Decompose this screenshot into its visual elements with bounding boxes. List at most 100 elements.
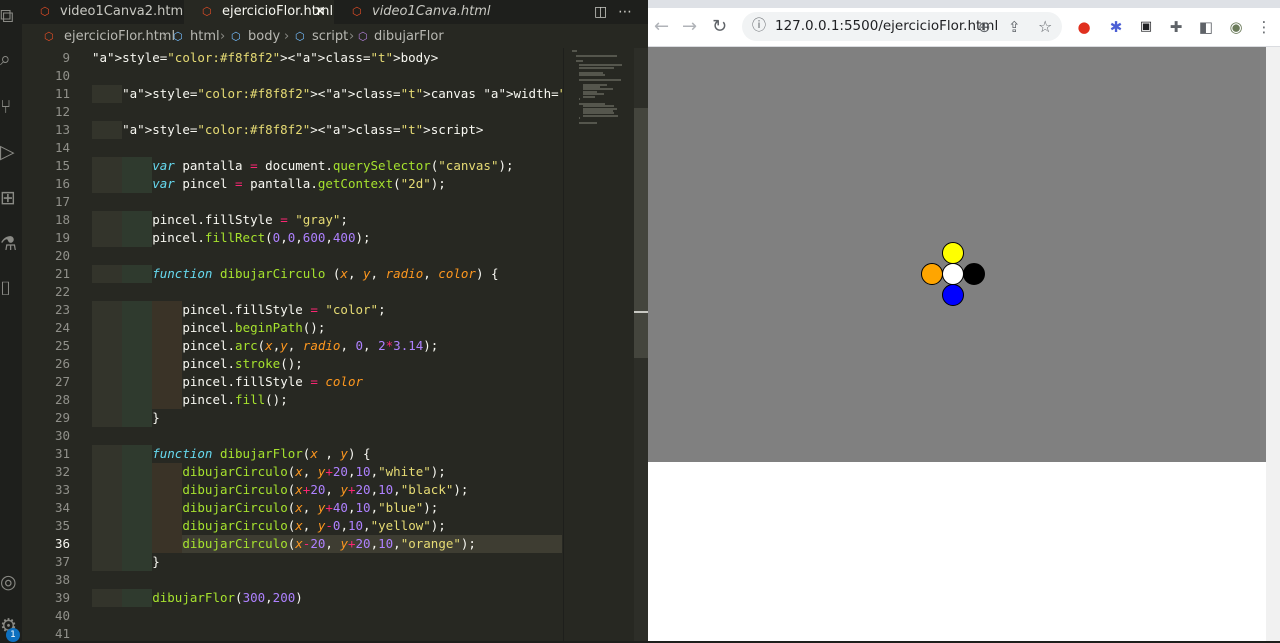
code-line[interactable]: pincel.fillRect(0,0,600,400); <box>92 229 562 247</box>
gray-canvas <box>648 47 1266 462</box>
code-line[interactable] <box>92 571 562 589</box>
breadcrumb-dibujarflor[interactable]: dibujarFlor <box>374 26 444 48</box>
indent-guide <box>92 463 122 481</box>
extension-square-icon[interactable]: ▣ <box>1136 17 1156 37</box>
extensions-icon[interactable]: ⊞ <box>0 186 20 210</box>
code-line[interactable]: dibujarCirculo(x, y-0,10,"yellow"); <box>92 517 562 535</box>
code-text: dibujarCirculo(x-20, y+20,10,"orange"); <box>182 536 476 551</box>
search-icon[interactable]: ⌕ <box>0 47 20 71</box>
yellow-circle <box>942 242 964 264</box>
line-number: 37 <box>54 554 70 569</box>
code-line[interactable]: pincel.fillStyle = "color"; <box>92 301 562 319</box>
side-panel-icon[interactable]: ◧ <box>1196 17 1216 37</box>
breadcrumb-body[interactable]: body <box>248 26 280 48</box>
forward-arrow-icon[interactable]: → <box>682 8 697 46</box>
explorer-icon[interactable]: ⧉ <box>0 4 20 28</box>
account-icon[interactable]: ◎ <box>0 570 20 594</box>
line-number: 10 <box>54 68 70 83</box>
code-line[interactable]: "a">style="color:#f8f8f2"><"a">class="t"… <box>92 49 562 67</box>
gear-extension-icon[interactable]: ✱ <box>1106 17 1126 37</box>
bookmark-icon[interactable]: ⌷ <box>0 277 20 301</box>
code-text: pincel.beginPath(); <box>182 320 326 335</box>
zoom-icon[interactable]: ⊕ <box>978 8 991 46</box>
code-line[interactable] <box>92 283 562 301</box>
back-arrow-icon[interactable]: ← <box>654 8 669 46</box>
code-line[interactable]: } <box>92 409 562 427</box>
indent-guide <box>122 517 152 535</box>
minimap-line <box>579 117 581 120</box>
code-line[interactable]: dibujarCirculo(x-20, y+20,10,"orange"); <box>92 535 562 553</box>
code-line[interactable]: function dibujarCirculo (x, y, radio, co… <box>92 265 562 283</box>
code-line[interactable]: "a">style="color:#f8f8f2"><"a">class="t"… <box>92 85 562 103</box>
tab-video1canva[interactable]: ⬡ video1Canva.html <box>334 0 504 24</box>
reload-icon[interactable]: ↻ <box>712 8 727 46</box>
code-line[interactable]: pincel.beginPath(); <box>92 319 562 337</box>
opera-extension-icon[interactable]: ● <box>1074 17 1094 37</box>
share-icon[interactable]: ⇪ <box>1008 8 1021 46</box>
close-tab-icon[interactable]: ✕ <box>314 0 326 24</box>
more-actions-icon[interactable]: ⋯ <box>618 0 632 24</box>
line-number: 36 <box>54 536 70 551</box>
code-line[interactable]: pincel.arc(x,y, radio, 0, 2*3.14); <box>92 337 562 355</box>
code-line[interactable]: pincel.fillStyle = "gray"; <box>92 211 562 229</box>
tab-video1canva2[interactable]: ⬡ video1Canva2.html <box>22 0 187 24</box>
line-number: 21 <box>54 266 70 281</box>
code-line[interactable]: var pincel = pantalla.getContext("2d"); <box>92 175 562 193</box>
code-line[interactable] <box>92 67 562 85</box>
line-number: 38 <box>54 572 70 587</box>
code-line[interactable] <box>92 607 562 625</box>
indent-guide <box>92 517 122 535</box>
extensions-puzzle-icon[interactable]: ✚ <box>1166 17 1186 37</box>
run-debug-icon[interactable]: ▷ <box>0 140 20 164</box>
line-number: 13 <box>54 122 70 137</box>
code-line[interactable]: dibujarCirculo(x, y+40,10,"blue"); <box>92 499 562 517</box>
code-editor: ⧉ ⌕ ⑂ ▷ ⊞ ⚗ ⌷ ◎ ⚙ 1 ⬡ video1Canva2.html … <box>0 0 648 642</box>
code-line[interactable] <box>92 139 562 157</box>
code-line[interactable] <box>92 625 562 641</box>
code-line[interactable]: pincel.fillStyle = color <box>92 373 562 391</box>
scrollbar-thumb[interactable] <box>634 108 648 358</box>
page-scrollbar[interactable] <box>1266 47 1280 641</box>
chevron-right-icon: › <box>349 29 355 44</box>
indent-guide <box>122 211 152 229</box>
minimap-line <box>579 74 606 76</box>
profile-avatar[interactable]: ◉ <box>1226 17 1246 37</box>
code-line[interactable]: "a">style="color:#f8f8f2"><"a">class="t"… <box>92 121 562 139</box>
code-line[interactable] <box>92 427 562 445</box>
indent-guide <box>122 535 152 553</box>
breadcrumb-script[interactable]: script <box>312 26 348 48</box>
code-line[interactable]: dibujarFlor(300,200) <box>92 589 562 607</box>
code-line[interactable]: dibujarCirculo(x+20, y+20,10,"black"); <box>92 481 562 499</box>
tab-ejercicioflor[interactable]: ⬡ ejercicioFlor.html ✕ <box>184 0 334 24</box>
site-info-icon[interactable]: ⓘ <box>752 12 766 41</box>
indent-guide <box>122 301 152 319</box>
indent-guide <box>122 445 152 463</box>
line-number: 35 <box>54 518 70 533</box>
split-editor-icon[interactable]: ◫ <box>594 0 607 24</box>
url-text[interactable]: 127.0.0.1:5500/ejercicioFlor.html <box>775 12 998 41</box>
code-line[interactable]: pincel.fill(); <box>92 391 562 409</box>
code-area[interactable]: "a">style="color:#f8f8f2"><"a">class="t"… <box>92 48 562 641</box>
code-line[interactable]: function dibujarFlor(x , y) { <box>92 445 562 463</box>
testing-icon[interactable]: ⚗ <box>0 232 20 256</box>
editor-scrollbar[interactable] <box>634 48 648 641</box>
code-line[interactable]: dibujarCirculo(x, y+20,10,"white"); <box>92 463 562 481</box>
code-text: "a">style="color:#f8f8f2"><"a">class="t"… <box>92 50 439 65</box>
source-control-icon[interactable]: ⑂ <box>0 95 20 119</box>
code-line[interactable] <box>92 103 562 121</box>
indent-guide <box>92 589 122 607</box>
html5-icon: ⬡ <box>40 5 50 18</box>
code-text: "a">style="color:#f8f8f2"><"a">class="t"… <box>122 86 562 101</box>
breadcrumb-file[interactable]: ejercicioFlor.html <box>64 26 175 48</box>
function-icon: ⬡ <box>358 30 368 43</box>
breadcrumb-html[interactable]: html <box>190 26 220 48</box>
minimap[interactable] <box>563 48 634 641</box>
code-line[interactable]: var pantalla = document.querySelector("c… <box>92 157 562 175</box>
code-line[interactable] <box>92 247 562 265</box>
bookmark-star-icon[interactable]: ☆ <box>1038 8 1052 46</box>
code-line[interactable] <box>92 193 562 211</box>
menu-dots-icon[interactable]: ⋮ <box>1254 17 1274 37</box>
code-line[interactable]: } <box>92 553 562 571</box>
indent-guide <box>92 85 122 103</box>
code-line[interactable]: pincel.stroke(); <box>92 355 562 373</box>
